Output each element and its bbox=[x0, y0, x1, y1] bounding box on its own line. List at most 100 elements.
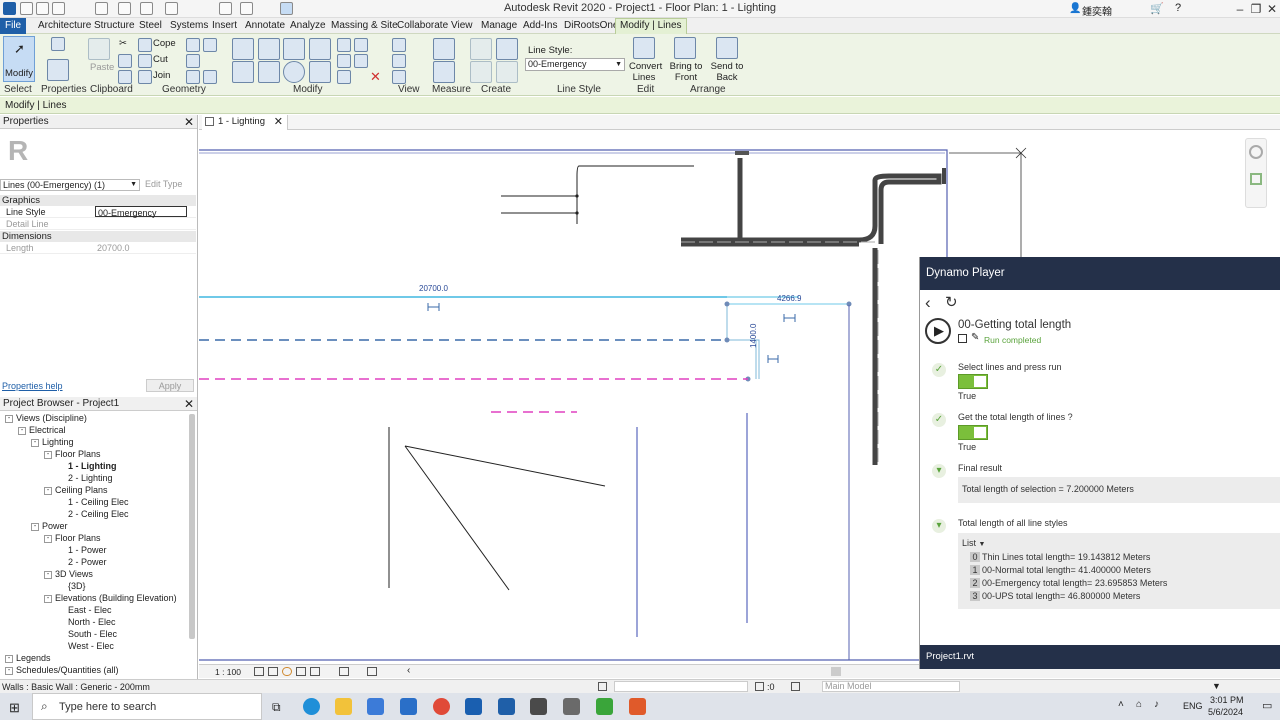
tree-toggle-icon[interactable]: - bbox=[5, 654, 13, 663]
browser-tree-item[interactable]: 1 - Lighting bbox=[57, 461, 117, 471]
wall-joins-icon[interactable] bbox=[186, 38, 200, 52]
scale-icon[interactable] bbox=[337, 70, 351, 84]
create-group-icon[interactable] bbox=[496, 38, 518, 60]
browser-tree-item[interactable]: - Electrical bbox=[18, 425, 66, 435]
tree-toggle-icon[interactable]: - bbox=[31, 522, 39, 531]
browser-tree-item[interactable]: - Legends bbox=[5, 653, 51, 663]
taskbar-search-input[interactable]: ⌕ Type here to search bbox=[32, 693, 262, 720]
join-button[interactable]: Join bbox=[153, 70, 170, 81]
create-assembly-icon[interactable] bbox=[470, 38, 492, 60]
cut-geometry-icon[interactable] bbox=[138, 54, 152, 68]
browser-scrollbar[interactable] bbox=[189, 414, 195, 639]
browser-tree-item[interactable]: - Schedules/Quantities (all) bbox=[5, 665, 119, 675]
browser-tree-item[interactable]: - Ceiling Plans bbox=[44, 485, 108, 495]
browser-tree-item[interactable]: South - Elec bbox=[57, 629, 117, 639]
notification-icon[interactable]: ▭ bbox=[1262, 699, 1272, 712]
reveal-hidden-icon[interactable] bbox=[367, 667, 377, 676]
browser-tree-item[interactable]: West - Elec bbox=[57, 641, 114, 651]
windows-start-icon[interactable]: ⊞ bbox=[9, 700, 20, 716]
detail-level-icon[interactable] bbox=[254, 667, 264, 676]
recorder-icon[interactable] bbox=[629, 698, 646, 715]
outlook-icon[interactable] bbox=[465, 698, 482, 715]
create-parts-icon[interactable] bbox=[470, 61, 492, 83]
demolish-icon[interactable] bbox=[203, 38, 217, 52]
delete-icon[interactable]: ✕ bbox=[370, 69, 381, 85]
dimension-label[interactable]: 1400.0 bbox=[749, 324, 758, 348]
send-to-back-button[interactable]: Send to Back bbox=[710, 61, 744, 83]
edit-icon[interactable]: ✎ bbox=[971, 332, 979, 343]
tree-toggle-icon[interactable]: - bbox=[44, 594, 52, 603]
sun-path-icon[interactable] bbox=[282, 667, 292, 676]
tab-file[interactable]: File bbox=[0, 18, 27, 34]
line-style-field[interactable]: 00-Emergency bbox=[95, 206, 187, 218]
align-icon[interactable] bbox=[232, 38, 254, 60]
list-header[interactable]: List ▼ bbox=[962, 538, 985, 548]
browser-tree-item[interactable]: East - Elec bbox=[57, 605, 112, 615]
close-icon[interactable]: ✕ bbox=[274, 115, 283, 128]
create-similar-icon[interactable] bbox=[496, 61, 518, 83]
close-icon[interactable]: ✕ bbox=[184, 115, 194, 129]
cope-button[interactable]: Cope bbox=[153, 38, 176, 49]
tab-dirootsone[interactable]: DiRootsOne bbox=[564, 20, 618, 31]
tree-toggle-icon[interactable]: - bbox=[44, 450, 52, 459]
properties-icon[interactable] bbox=[47, 59, 69, 81]
zoom-icon[interactable] bbox=[1250, 173, 1262, 185]
dynamo-icon[interactable] bbox=[563, 698, 580, 715]
properties-help-link[interactable]: Properties help bbox=[2, 381, 63, 391]
tab-add-ins[interactable]: Add-Ins bbox=[523, 20, 557, 31]
select-lines-toggle[interactable] bbox=[958, 374, 988, 389]
script-info-icon[interactable] bbox=[958, 334, 967, 343]
override-graphics-icon[interactable] bbox=[392, 54, 406, 68]
tab-steel[interactable]: Steel bbox=[139, 20, 162, 31]
rotate-icon[interactable] bbox=[283, 61, 305, 83]
tab-view[interactable]: View bbox=[451, 20, 473, 31]
tab-architecture[interactable]: Architecture bbox=[38, 20, 91, 31]
file-explorer-icon[interactable] bbox=[335, 698, 352, 715]
split-icon[interactable] bbox=[337, 38, 351, 52]
cut-clip-icon[interactable]: ✂ bbox=[119, 38, 127, 49]
chevron-left-icon[interactable]: ‹ bbox=[407, 665, 410, 676]
split-face-icon[interactable] bbox=[186, 54, 200, 68]
shadows-icon[interactable] bbox=[296, 667, 306, 676]
edge-icon[interactable] bbox=[303, 698, 320, 715]
browser-tree-item[interactable]: {3D} bbox=[57, 581, 86, 591]
user-name[interactable]: 鍾奕翰 bbox=[1082, 3, 1112, 18]
array-icon[interactable] bbox=[337, 54, 351, 68]
user-icon[interactable]: 👤 bbox=[1069, 3, 1081, 14]
move-icon[interactable] bbox=[232, 61, 254, 83]
cart-icon[interactable]: 🛒 bbox=[1150, 2, 1164, 15]
browser-tree-item[interactable]: 2 - Ceiling Elec bbox=[57, 509, 129, 519]
refresh-icon[interactable]: ↻ bbox=[945, 293, 958, 311]
tree-toggle-icon[interactable]: - bbox=[5, 666, 13, 675]
tab-analyze[interactable]: Analyze bbox=[290, 20, 326, 31]
clock-time[interactable]: 3:01 PM bbox=[1210, 695, 1244, 705]
copy-icon[interactable] bbox=[118, 54, 132, 68]
hide-isolate-icon[interactable] bbox=[339, 667, 349, 676]
bring-to-front-icon[interactable] bbox=[674, 37, 696, 59]
edit-type-button[interactable]: Edit Type bbox=[145, 179, 182, 189]
crop-view-icon[interactable] bbox=[310, 667, 320, 676]
camtasia-icon[interactable] bbox=[596, 698, 613, 715]
workset-select[interactable] bbox=[614, 681, 748, 692]
tree-toggle-icon[interactable]: - bbox=[5, 414, 13, 423]
tab-systems[interactable]: Systems bbox=[170, 20, 208, 31]
run-button[interactable]: ▶ bbox=[925, 318, 951, 344]
match-type-icon[interactable] bbox=[118, 70, 132, 84]
tab-insert[interactable]: Insert bbox=[212, 20, 237, 31]
browser-tree-item[interactable]: - Lighting bbox=[31, 437, 74, 447]
browser-tree-item[interactable]: -3D Views bbox=[44, 569, 93, 579]
paste-button[interactable]: Paste bbox=[90, 62, 114, 73]
browser-tree-item[interactable]: 1 - Ceiling Elec bbox=[57, 497, 129, 507]
convert-lines-button[interactable]: Convert Lines bbox=[629, 61, 662, 83]
convert-lines-icon[interactable] bbox=[633, 37, 655, 59]
horizontal-scrollbar[interactable] bbox=[831, 667, 841, 676]
join-icon[interactable] bbox=[138, 70, 152, 84]
tab-massing-site[interactable]: Massing & Site bbox=[331, 20, 398, 31]
type-properties-icon[interactable] bbox=[51, 37, 65, 51]
browser-tree-item[interactable]: 2 - Lighting bbox=[57, 473, 113, 483]
tree-toggle-icon[interactable]: - bbox=[44, 570, 52, 579]
browser-tree-item[interactable]: 2 - Power bbox=[57, 557, 107, 567]
browser-tree-item[interactable]: - Power bbox=[31, 521, 68, 531]
store-icon[interactable] bbox=[367, 698, 384, 715]
browser-tree-item[interactable]: North - Elec bbox=[57, 617, 116, 627]
